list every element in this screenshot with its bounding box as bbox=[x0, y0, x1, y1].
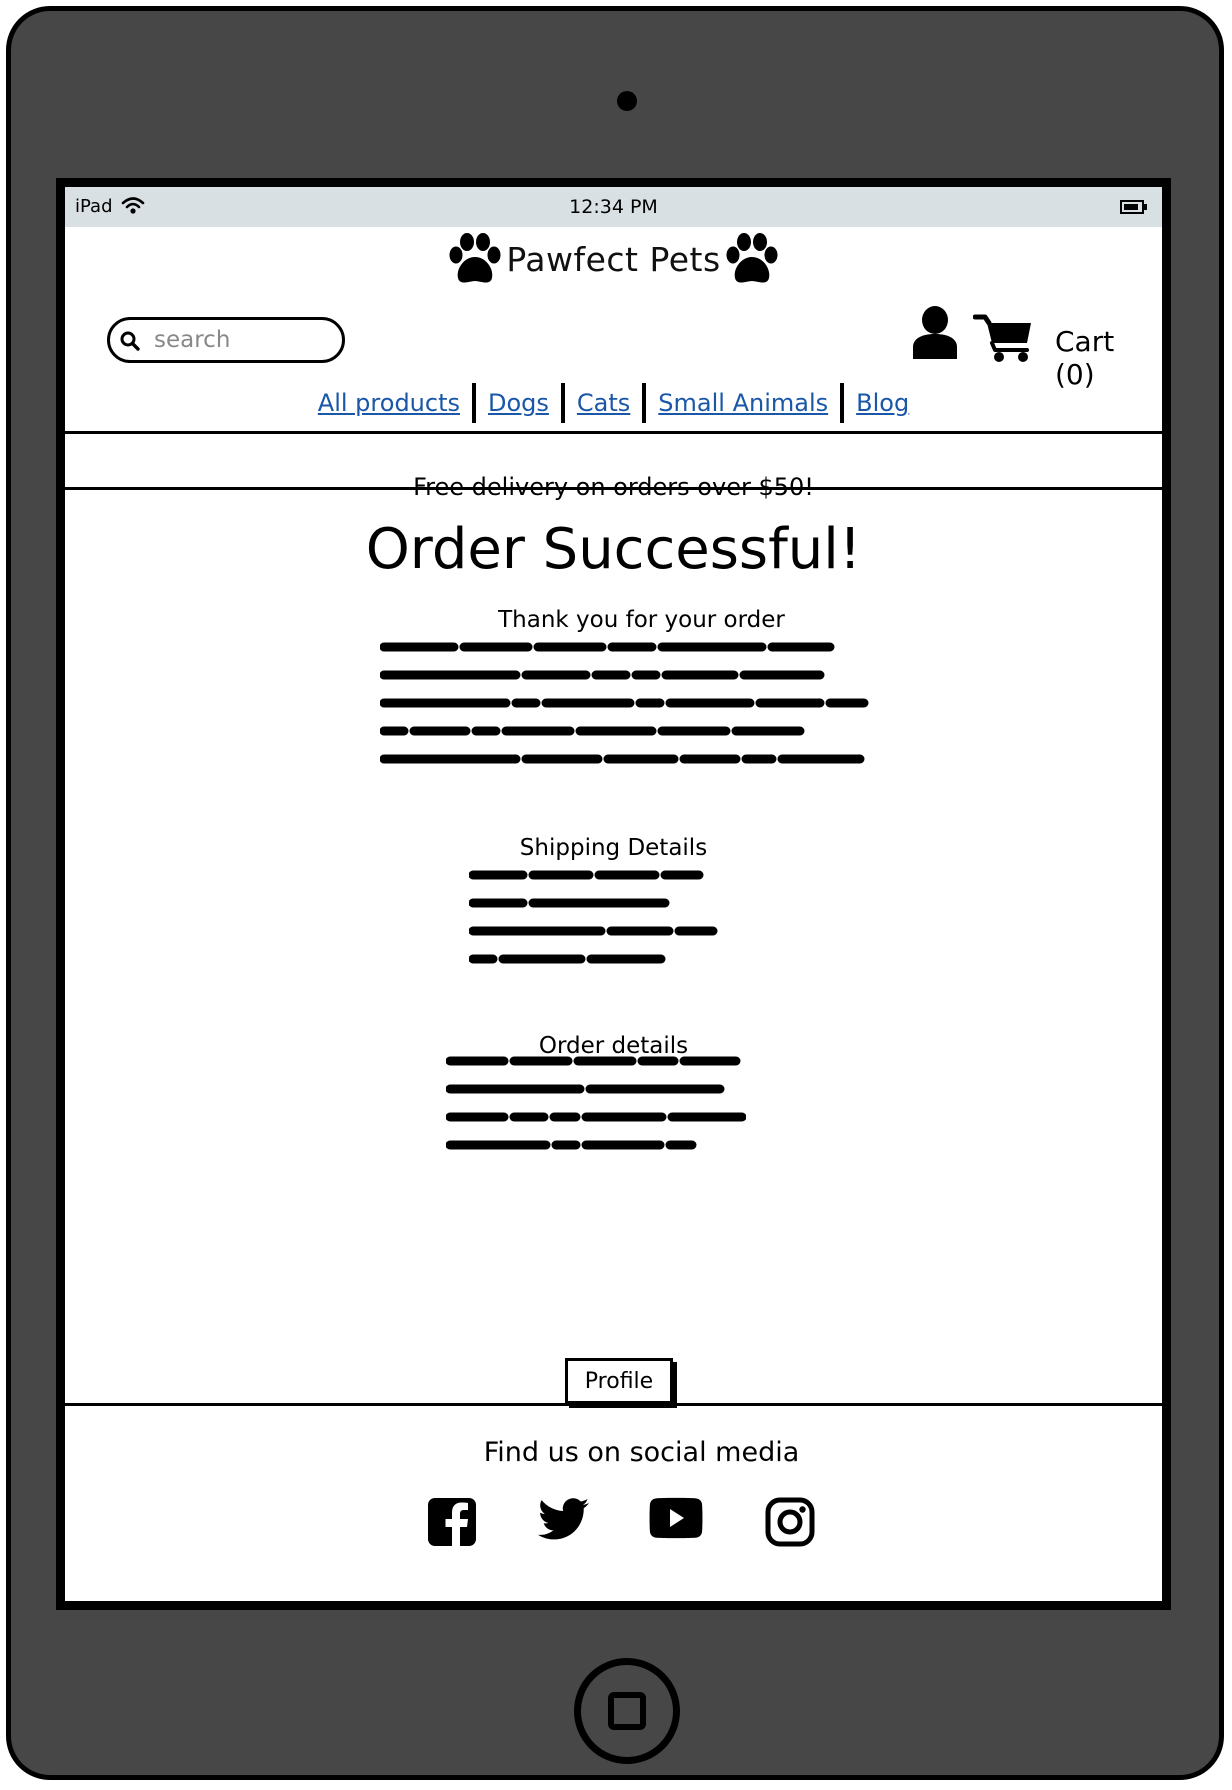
cart-label[interactable]: Cart (0) bbox=[1055, 325, 1162, 391]
instagram-icon[interactable] bbox=[765, 1497, 815, 1547]
status-bar: iPad 12:34 PM bbox=[65, 187, 1162, 227]
paw-icon bbox=[726, 233, 778, 283]
status-time: 12:34 PM bbox=[569, 196, 658, 218]
camera bbox=[617, 91, 637, 111]
shipping-details-placeholder bbox=[469, 870, 718, 964]
brand-logo[interactable]: Pawfect Pets bbox=[65, 231, 1162, 295]
thanks-message-placeholder bbox=[380, 642, 869, 764]
promo-divider bbox=[65, 487, 1162, 490]
thanks-heading: Thank you for your order bbox=[498, 607, 785, 633]
nav-link-all-products[interactable]: All products bbox=[306, 389, 472, 417]
facebook-icon[interactable] bbox=[427, 1497, 477, 1547]
main-nav: All products Dogs Cats Small Animals Blog bbox=[65, 383, 1162, 423]
header-divider bbox=[65, 431, 1162, 434]
footer-divider bbox=[65, 1403, 1162, 1406]
twitter-icon[interactable] bbox=[537, 1497, 591, 1545]
search-box[interactable] bbox=[107, 317, 345, 363]
battery-icon bbox=[1120, 200, 1147, 214]
home-square-icon bbox=[608, 1692, 646, 1730]
brand-name: Pawfect Pets bbox=[506, 239, 721, 279]
home-button[interactable] bbox=[574, 1658, 680, 1764]
screen: iPad 12:34 PM Pawfect Pets search Cart (… bbox=[56, 178, 1171, 1610]
profile-button[interactable]: Profile bbox=[565, 1358, 673, 1404]
nav-link-small-animals[interactable]: Small Animals bbox=[646, 389, 840, 417]
order-details-placeholder bbox=[446, 1056, 746, 1150]
nav-link-blog[interactable]: Blog bbox=[844, 389, 921, 417]
nav-link-cats[interactable]: Cats bbox=[565, 389, 642, 417]
search-input[interactable] bbox=[152, 326, 336, 354]
social-heading: Find us on social media bbox=[483, 1437, 800, 1468]
paw-icon bbox=[449, 233, 501, 283]
cart-icon[interactable] bbox=[973, 313, 1035, 363]
page-title: Order Successful! bbox=[365, 517, 862, 582]
search-icon bbox=[120, 331, 140, 351]
user-icon[interactable] bbox=[911, 305, 959, 359]
youtube-icon[interactable] bbox=[647, 1497, 705, 1539]
nav-link-dogs[interactable]: Dogs bbox=[476, 389, 561, 417]
shipping-heading: Shipping Details bbox=[519, 835, 708, 861]
